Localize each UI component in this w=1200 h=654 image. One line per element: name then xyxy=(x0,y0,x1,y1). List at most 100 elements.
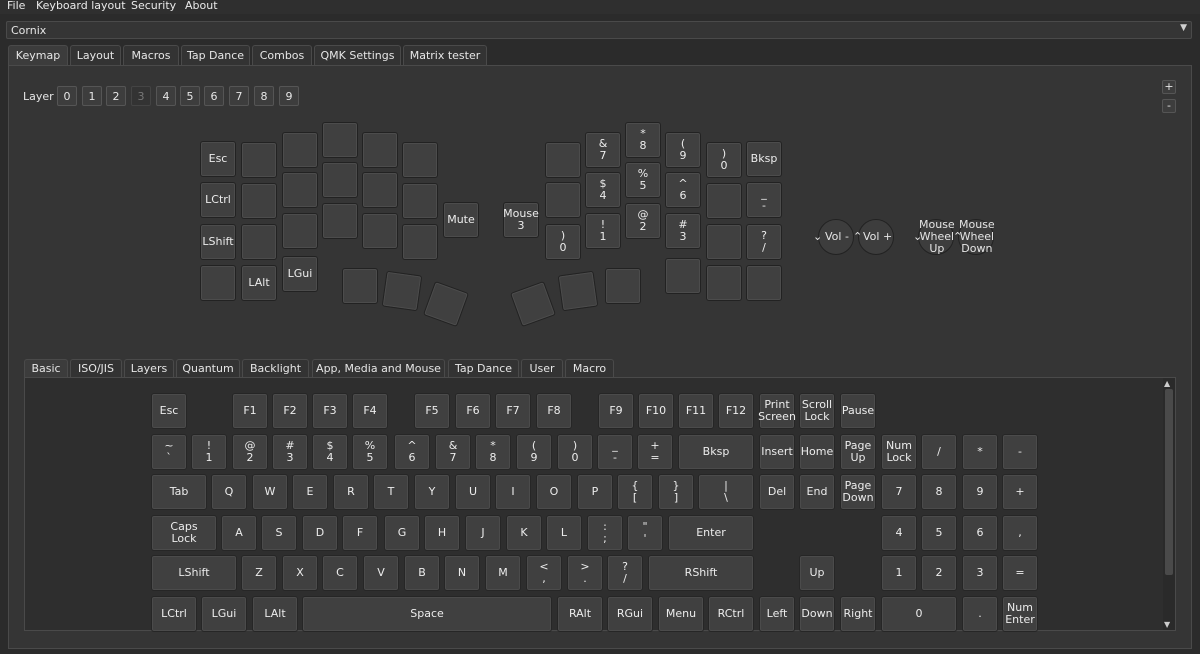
keymap-key[interactable] xyxy=(282,172,318,208)
keycode-row4-key[interactable]: F xyxy=(342,515,378,551)
keymap-key[interactable]: * 8 xyxy=(625,122,661,158)
layer-button-5[interactable]: 5 xyxy=(180,86,200,106)
tab-macros[interactable]: Macros xyxy=(123,45,179,66)
key-tab-backlight[interactable]: Backlight xyxy=(242,359,309,378)
keycode-row2-key[interactable]: * 8 xyxy=(475,434,511,470)
keymap-key[interactable] xyxy=(241,224,277,260)
keymap-key[interactable] xyxy=(557,270,599,312)
scroll-thumb[interactable] xyxy=(1165,389,1173,575)
keycode-row4-key[interactable]: D xyxy=(302,515,338,551)
keymap-key[interactable]: ? / xyxy=(746,224,782,260)
keycode-row1-key[interactable]: Print Screen xyxy=(758,393,796,429)
keycode-row5-key[interactable]: X xyxy=(282,555,318,591)
keycode-row1-key[interactable]: F5 xyxy=(414,393,450,429)
keycode-row4-key[interactable]: , xyxy=(1002,515,1038,551)
keymap-key[interactable]: LGui xyxy=(282,256,318,292)
keymap-key[interactable]: $ 4 xyxy=(585,172,621,208)
keycode-row2-key[interactable]: $ 4 xyxy=(312,434,348,470)
keycode-row2-key[interactable]: / xyxy=(921,434,957,470)
keycode-row5-key[interactable]: 2 xyxy=(921,555,957,591)
keycode-row4-key[interactable]: Caps Lock xyxy=(151,515,217,551)
keycode-row3-key[interactable]: 7 xyxy=(881,474,917,510)
keymap-key[interactable]: # 3 xyxy=(665,213,701,249)
layer-button-1[interactable]: 1 xyxy=(82,86,102,106)
menu-security[interactable]: Security xyxy=(131,0,176,12)
keycode-row3-key[interactable]: { [ xyxy=(617,474,653,510)
tab-combos[interactable]: Combos xyxy=(252,45,312,66)
keymap-key[interactable] xyxy=(362,132,398,168)
keymap-key[interactable]: ) 0 xyxy=(706,142,742,178)
keycode-row1-key[interactable]: F4 xyxy=(352,393,388,429)
key-tab-app-media-mouse[interactable]: App, Media and Mouse xyxy=(312,359,445,378)
keycode-row2-key[interactable]: ( 9 xyxy=(516,434,552,470)
keymap-key[interactable] xyxy=(545,182,581,218)
keycode-row2-key[interactable]: Num Lock xyxy=(881,434,917,470)
keycode-row1-key[interactable]: F12 xyxy=(718,393,754,429)
keycode-row4-key[interactable]: A xyxy=(221,515,257,551)
keymap-key[interactable] xyxy=(381,270,423,312)
keycode-row1-key[interactable]: F8 xyxy=(536,393,572,429)
scroll-down-icon[interactable]: ▼ xyxy=(1164,620,1170,629)
keycode-row5-key[interactable]: 3 xyxy=(962,555,998,591)
keycode-row4-key[interactable]: 5 xyxy=(921,515,957,551)
keymap-key[interactable] xyxy=(402,183,438,219)
zoom-in-button[interactable]: + xyxy=(1162,80,1176,94)
keycode-row3-key[interactable]: E xyxy=(292,474,328,510)
keycode-row3-key[interactable]: O xyxy=(536,474,572,510)
keymap-key[interactable]: Bksp xyxy=(746,141,782,177)
keycode-row6-key[interactable]: RAlt xyxy=(557,596,603,632)
keycode-row2-key[interactable]: * xyxy=(962,434,998,470)
keycode-row5-key[interactable]: RShift xyxy=(648,555,754,591)
keymap-key[interactable] xyxy=(362,213,398,249)
keycode-row1-key[interactable]: F9 xyxy=(598,393,634,429)
keymap-key[interactable] xyxy=(342,268,378,304)
keymap-key[interactable]: ! 1 xyxy=(585,213,621,249)
keycode-row4-key[interactable]: L xyxy=(546,515,582,551)
keycode-row4-key[interactable]: Enter xyxy=(668,515,754,551)
keycode-row2-key[interactable]: # 3 xyxy=(272,434,308,470)
keycode-row3-key[interactable]: P xyxy=(577,474,613,510)
keycode-row1-key[interactable]: Pause xyxy=(840,393,876,429)
keycode-row2-key[interactable]: Bksp xyxy=(678,434,754,470)
keycode-row1-key[interactable]: F7 xyxy=(495,393,531,429)
keycode-row2-key[interactable]: ! 1 xyxy=(191,434,227,470)
keymap-key[interactable] xyxy=(322,203,358,239)
keymap-key[interactable] xyxy=(706,183,742,219)
keycode-row6-key[interactable]: Left xyxy=(759,596,795,632)
keycode-row5-key[interactable]: > . xyxy=(567,555,603,591)
keycode-row1-key[interactable]: F1 xyxy=(232,393,268,429)
keycode-row4-key[interactable]: K xyxy=(506,515,542,551)
menu-file[interactable]: File xyxy=(7,0,25,12)
keycode-row2-key[interactable]: % 5 xyxy=(352,434,388,470)
keycode-row2-key[interactable]: ) 0 xyxy=(557,434,593,470)
tab-tap-dance[interactable]: Tap Dance xyxy=(181,45,250,66)
keymap-key[interactable] xyxy=(322,162,358,198)
keycode-row6-key[interactable]: LCtrl xyxy=(151,596,197,632)
keycode-row4-key[interactable]: H xyxy=(424,515,460,551)
keycode-row2-key[interactable]: ^ 6 xyxy=(394,434,430,470)
keycode-row4-key[interactable]: G xyxy=(384,515,420,551)
keymap-key[interactable] xyxy=(665,258,701,294)
keymap-key[interactable]: ) 0 xyxy=(545,224,581,260)
keycode-row1-key[interactable]: Esc xyxy=(151,393,187,429)
keymap-key[interactable] xyxy=(241,142,277,178)
keymap-key[interactable] xyxy=(282,132,318,168)
keymap-key[interactable]: % 5 xyxy=(625,162,661,198)
keycode-row5-key[interactable]: M xyxy=(485,555,521,591)
layer-button-2[interactable]: 2 xyxy=(106,86,126,106)
tab-matrix-tester[interactable]: Matrix tester xyxy=(403,45,487,66)
keycode-row6-key[interactable]: LGui xyxy=(201,596,247,632)
keycode-row5-key[interactable]: Up xyxy=(799,555,835,591)
layer-button-8[interactable]: 8 xyxy=(254,86,274,106)
key-tab-macro[interactable]: Macro xyxy=(565,359,614,378)
keycode-row6-key[interactable]: Num Enter xyxy=(1002,596,1038,632)
keycode-row1-key[interactable]: F11 xyxy=(678,393,714,429)
keymap-key[interactable] xyxy=(746,265,782,301)
keymap-key[interactable]: LCtrl xyxy=(200,182,236,218)
layer-button-0[interactable]: 0 xyxy=(57,86,77,106)
keymap-key[interactable] xyxy=(200,265,236,301)
keycode-row2-key[interactable]: Page Up xyxy=(840,434,876,470)
keymap-key[interactable]: Mouse 3 xyxy=(503,202,539,238)
zoom-out-button[interactable]: - xyxy=(1162,99,1176,113)
keycode-row3-key[interactable]: U xyxy=(455,474,491,510)
